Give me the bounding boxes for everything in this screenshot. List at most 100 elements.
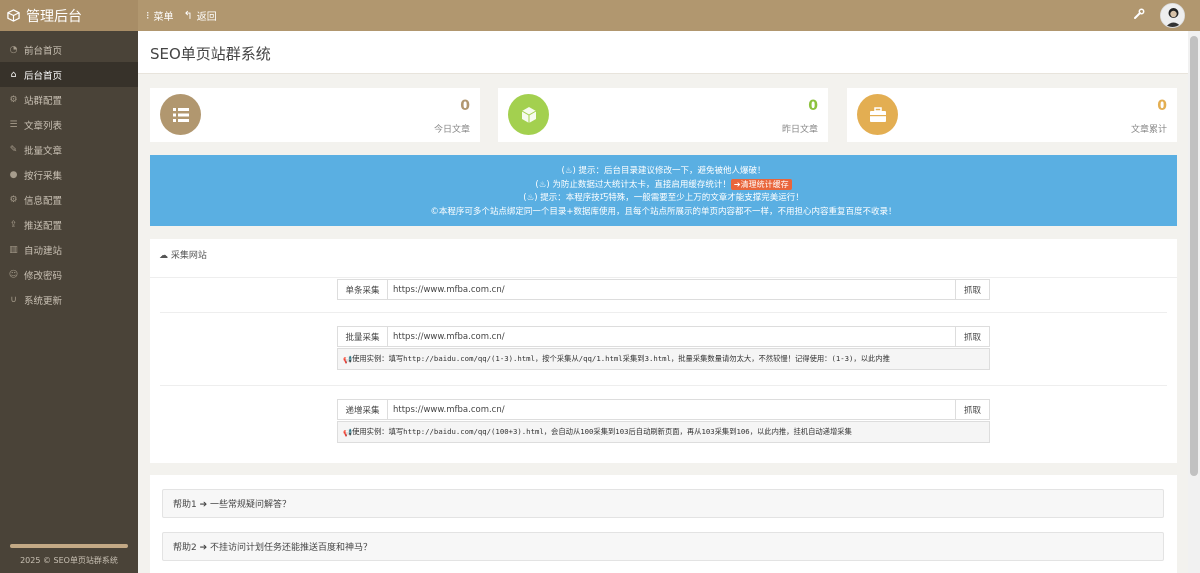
brand-title: 管理后台: [26, 8, 82, 25]
incr-collect-hint: 📢 使用实例：填写http://baidu.com/qq/(100+3).html…: [337, 421, 990, 443]
divider: [160, 385, 1167, 386]
scrollbar-thumb[interactable]: [1190, 36, 1198, 476]
main-content: SEO单页站群系统 0 今日文章 0 昨日文章 0 文章累计 (♨) 提示：后台…: [138, 31, 1188, 573]
back-label: 返回: [196, 12, 217, 23]
sidebar: ◔ 前台首页 ⌂ 后台首页 ⚙ 站群配置 ☰ 文章列表 ✎ 批量文章 ● 按行采集 ⚙ 信息配置 ⇪ 推送配置…: [0, 31, 138, 573]
sidebar-item-label: 前台首页: [24, 45, 63, 57]
stat-value: 0: [460, 98, 470, 114]
dot-icon: ●: [9, 169, 18, 180]
sidebar-item[interactable]: ∪ 系统更新: [0, 287, 138, 312]
sidebar-item[interactable]: ✎ 批量文章: [0, 137, 138, 162]
list-icon: [172, 107, 189, 122]
briefcase-icon: [869, 106, 886, 122]
stat-value: 0: [808, 98, 818, 114]
sidebar-item[interactable]: ⚙ 信息配置: [0, 187, 138, 212]
notice-line-2: (♨) 为防止数据过大统计太卡，直接启用缓存统计！ ➔清理统计缓存: [150, 178, 1177, 193]
scrollbar[interactable]: [1188, 31, 1200, 573]
stat-value: 0: [1157, 98, 1167, 114]
batch-collect-group: 批量采集 https://www.mfba.com.cn/ 抓取: [337, 326, 990, 347]
stat-circle: [508, 94, 549, 135]
edit-icon: ✎: [9, 144, 18, 155]
incr-collect-label: 递增采集: [338, 400, 388, 419]
cube-logo-icon: [6, 9, 20, 23]
back-button[interactable]: ↰ 返回: [184, 8, 217, 23]
incr-collect-group: 递增采集 https://www.mfba.com.cn/ 抓取: [337, 399, 990, 420]
sidebar-progress-bar: [10, 544, 128, 548]
sidebar-item[interactable]: ▥ 自动建站: [0, 237, 138, 262]
incr-collect-input[interactable]: https://www.mfba.com.cn/: [388, 400, 955, 419]
list-icon: ☰: [9, 119, 18, 130]
bank-icon: ▥: [9, 244, 18, 255]
stat-card-yesterday: 0 昨日文章: [498, 88, 828, 142]
sidebar-item-label: 文章列表: [24, 120, 63, 132]
sidebar-item-label: 信息配置: [24, 195, 63, 207]
settings-icon: ⚙: [9, 194, 18, 205]
stat-card-total: 0 文章累计: [847, 88, 1177, 142]
upload-icon: ⇪: [9, 219, 18, 230]
dashboard-icon: ◔: [9, 44, 18, 55]
clear-cache-button[interactable]: ➔清理统计缓存: [730, 178, 792, 190]
vertical-dots-icon: ⁝: [146, 9, 150, 22]
brand[interactable]: 管理后台: [0, 0, 138, 31]
cloud-icon: ☁: [159, 251, 168, 261]
sidebar-item-label: 后台首页: [24, 70, 63, 82]
sidebar-item-label: 按行采集: [24, 170, 63, 182]
collect-panel-title: 采集网站: [170, 251, 207, 261]
single-collect-label: 单条采集: [338, 280, 388, 299]
sidebar-item[interactable]: ⇪ 推送配置: [0, 212, 138, 237]
menu-toggle-label: 菜单: [153, 12, 174, 23]
sidebar-menu: ◔ 前台首页 ⌂ 后台首页 ⚙ 站群配置 ☰ 文章列表 ✎ 批量文章 ● 按行采集 ⚙ 信息配置 ⇪ 推送配置…: [0, 37, 138, 312]
gear-icon: ⚙: [9, 94, 18, 105]
notice-box: (♨) 提示：后台目录建议修改一下，避免被他人爆破！ (♨) 为防止数据过大统计…: [150, 155, 1177, 226]
faq-item-2[interactable]: 帮助2 ➔ 不挂访问计划任务还能推送百度和神马？: [162, 532, 1164, 561]
stat-circle: [160, 94, 201, 135]
divider: [150, 277, 1177, 278]
single-collect-group: 单条采集 https://www.mfba.com.cn/ 抓取: [337, 279, 990, 300]
collect-panel: ☁ 采集网站 单条采集 https://www.mfba.com.cn/ 抓取 …: [150, 239, 1177, 463]
user-icon: ☺: [8, 269, 19, 280]
notice-line-4: ©本程序可多个站点绑定同一个目录+数据库使用，且每个站点所展示的单页内容都不一样…: [430, 206, 897, 217]
notice-line-2-text: (♨) 为防止数据过大统计太卡，直接启用缓存统计！: [535, 179, 731, 190]
sidebar-item[interactable]: ☰ 文章列表: [0, 112, 138, 137]
sidebar-item[interactable]: ⚙ 站群配置: [0, 87, 138, 112]
menu-toggle-button[interactable]: ⁝ 菜单: [146, 8, 174, 23]
sidebar-item-label: 站群配置: [24, 95, 63, 107]
sidebar-item-label: 推送配置: [24, 220, 63, 232]
stat-label: 文章累计: [1130, 125, 1167, 135]
top-bar: 管理后台 ⁝ 菜单 ↰ 返回: [0, 0, 1200, 31]
sidebar-footer: 2025 © SEO单页站群系统: [20, 556, 118, 565]
sidebar-item[interactable]: ● 按行采集: [0, 162, 138, 187]
incr-collect-button[interactable]: 抓取: [955, 400, 989, 419]
sidebar-item-label: 自动建站: [24, 245, 63, 257]
collect-panel-header: ☁ 采集网站: [159, 248, 207, 261]
batch-collect-input[interactable]: https://www.mfba.com.cn/: [388, 327, 955, 346]
batch-hint-text: 使用实例：填写http://baidu.com/qq/(1-3).html，按个…: [352, 354, 890, 363]
sidebar-item-label: 系统更新: [24, 295, 63, 307]
divider: [160, 312, 1167, 313]
megaphone-icon: 📢: [343, 427, 353, 437]
cube-icon: [521, 106, 536, 123]
faq-item-1[interactable]: 帮助1 ➔ 一些常规疑问解答？: [162, 489, 1164, 518]
progress-fill: [10, 544, 128, 548]
batch-collect-hint: 📢 使用实例：填写http://baidu.com/qq/(1-3).html，按…: [337, 348, 990, 370]
top-nav: ⁝ 菜单 ↰ 返回: [146, 0, 227, 31]
wrench-icon[interactable]: [1133, 8, 1145, 23]
magnet-icon: ∪: [10, 294, 17, 305]
incr-hint-text: 使用实例：填写http://baidu.com/qq/(100+3).html，…: [352, 427, 852, 436]
sidebar-item[interactable]: ☺ 修改密码: [0, 262, 138, 287]
stat-circle: [857, 94, 898, 135]
stat-label: 今日文章: [433, 125, 470, 135]
notice-line-3: (♨) 提示：本程序技巧特殊，一般需要至少上万的文章才能支撑完美运行！: [523, 193, 804, 203]
avatar[interactable]: [1160, 3, 1185, 28]
reply-icon: ↰: [183, 9, 193, 22]
single-collect-button[interactable]: 抓取: [955, 280, 989, 299]
help-panel: 帮助1 ➔ 一些常规疑问解答？ 帮助2 ➔ 不挂访问计划任务还能推送百度和神马？: [150, 475, 1177, 573]
page-header: SEO单页站群系统: [138, 31, 1188, 74]
notice-line-1: (♨) 提示：后台目录建议修改一下，避免被他人爆破！: [561, 166, 766, 176]
sidebar-item-label: 修改密码: [24, 270, 63, 282]
batch-collect-button[interactable]: 抓取: [955, 327, 989, 346]
sidebar-item-label: 批量文章: [24, 145, 63, 157]
sidebar-item[interactable]: ⌂ 后台首页: [0, 62, 138, 87]
sidebar-item[interactable]: ◔ 前台首页: [0, 37, 138, 62]
single-collect-input[interactable]: https://www.mfba.com.cn/: [388, 280, 955, 299]
